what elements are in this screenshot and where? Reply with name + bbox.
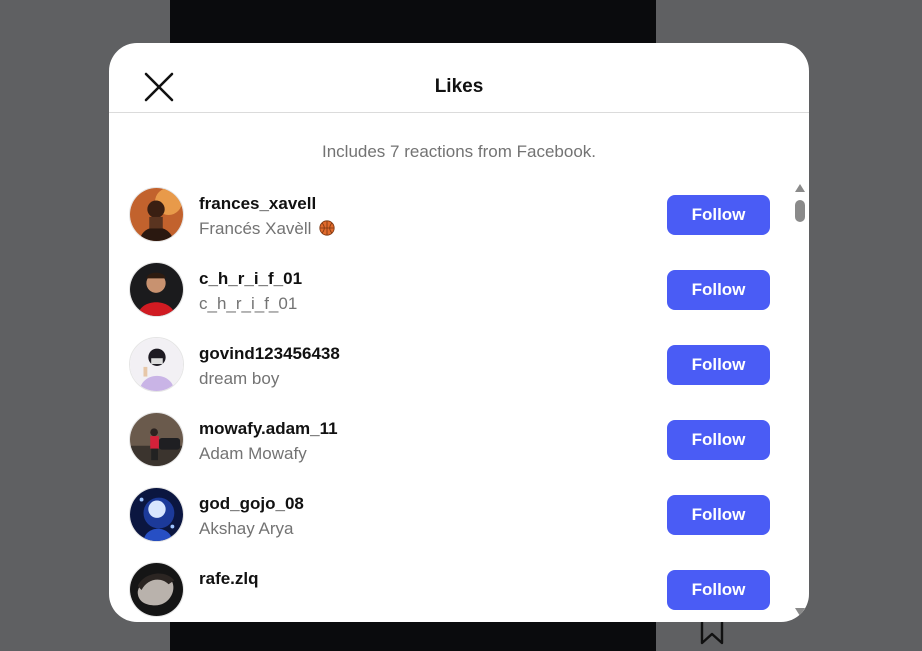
scrollbar[interactable]	[793, 180, 807, 622]
list-item: god_gojo_08 Akshay Arya Follow	[109, 478, 789, 553]
follow-button[interactable]: Follow	[667, 195, 770, 235]
scrollbar-thumb[interactable]	[795, 200, 805, 222]
username[interactable]: god_gojo_08	[199, 494, 304, 514]
list-item: govind123456438 dream boy Follow	[109, 328, 789, 403]
avatar[interactable]	[129, 487, 184, 542]
follow-button[interactable]: Follow	[667, 270, 770, 310]
follow-button[interactable]: Follow	[667, 345, 770, 385]
basketball-icon	[319, 220, 336, 236]
scroll-up-arrow-icon[interactable]	[795, 184, 805, 192]
list-item: mowafy.adam_11 Adam Mowafy Follow	[109, 403, 789, 478]
scroll-down-arrow-icon[interactable]	[795, 608, 805, 616]
follow-button[interactable]: Follow	[667, 495, 770, 535]
avatar[interactable]	[129, 187, 184, 242]
list-item: frances_xavell Francés Xavèll Follow	[109, 178, 789, 253]
avatar[interactable]	[129, 562, 184, 617]
fullname-text: Francés Xavèll	[199, 219, 312, 238]
follow-button[interactable]: Follow	[667, 420, 770, 460]
likes-modal: Likes Includes 7 reactions from Facebook…	[109, 43, 809, 622]
follow-button[interactable]: Follow	[667, 570, 770, 610]
likes-list: frances_xavell Francés Xavèll Follow c_h…	[109, 178, 789, 622]
username[interactable]: rafe.zlq	[199, 569, 259, 589]
avatar[interactable]	[129, 337, 184, 392]
modal-title: Likes	[434, 76, 484, 97]
modal-header: Likes	[109, 43, 809, 113]
fullname: Adam Mowafy	[199, 444, 307, 463]
fullname: dream boy	[199, 369, 280, 388]
avatar[interactable]	[129, 412, 184, 467]
username[interactable]: govind123456438	[199, 344, 340, 364]
username[interactable]: frances_xavell	[199, 194, 316, 214]
username[interactable]: c_h_r_i_f_01	[199, 269, 302, 289]
list-item: c_h_r_i_f_01 c_h_r_i_f_01 Follow	[109, 253, 789, 328]
username[interactable]: mowafy.adam_11	[199, 419, 338, 439]
fullname: c_h_r_i_f_01	[199, 294, 298, 313]
fullname: Akshay Arya	[199, 519, 294, 538]
fullname: Francés Xavèll	[199, 219, 336, 239]
list-item: rafe.zlq Follow	[109, 553, 789, 622]
facebook-reactions-notice: Includes 7 reactions from Facebook.	[321, 142, 597, 161]
avatar[interactable]	[129, 262, 184, 317]
